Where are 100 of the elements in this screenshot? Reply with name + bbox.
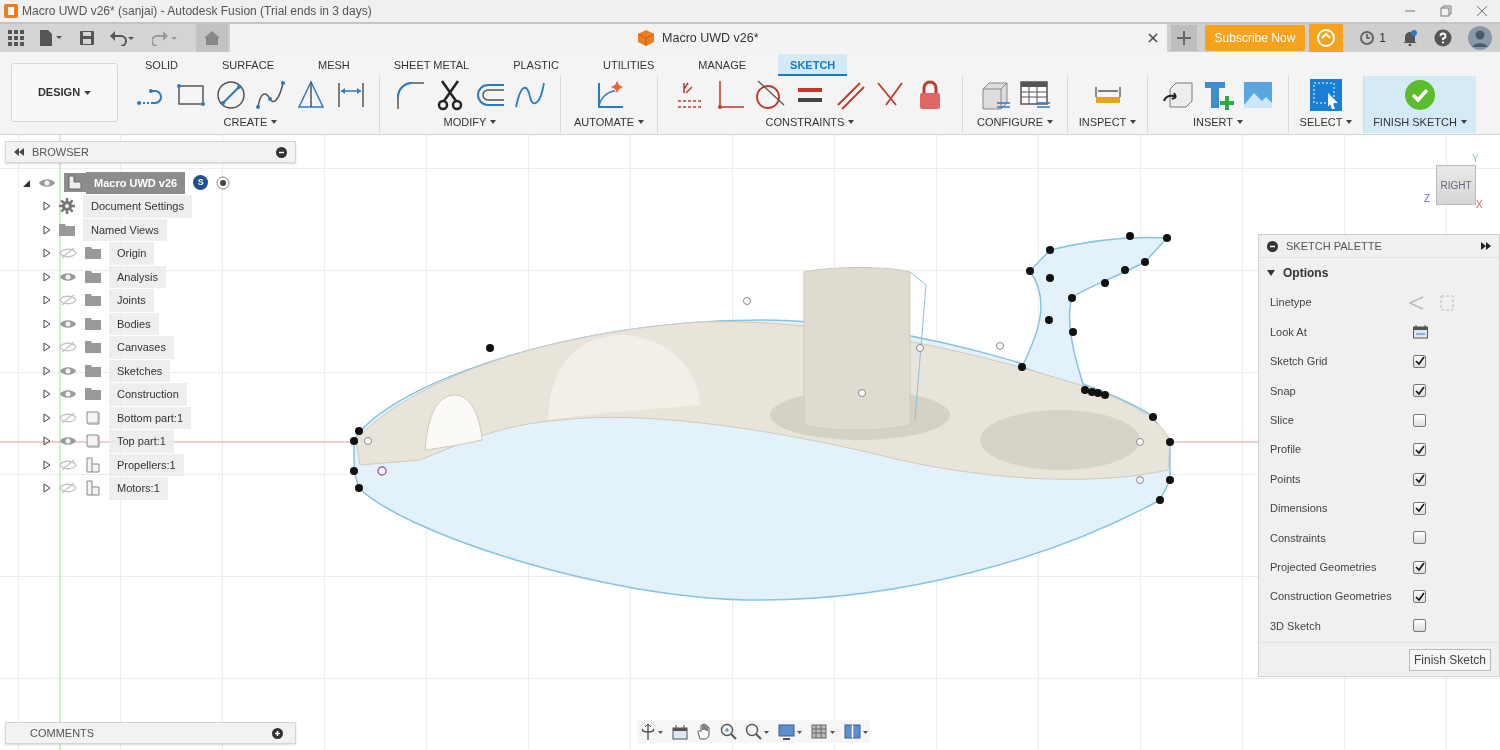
collapsed-arrow-icon[interactable] [43,483,51,494]
tangent-constraint-icon[interactable] [754,79,786,111]
tree-item-label[interactable]: Named Views [83,218,167,241]
ribbon-tab[interactable]: SOLID [133,54,190,76]
minimize-icon[interactable] [1267,240,1278,252]
ribbon-tab[interactable]: PLASTIC [501,54,571,76]
collapsed-arrow-icon[interactable] [43,295,51,306]
collapsed-arrow-icon[interactable] [43,248,51,259]
hand-icon[interactable] [695,722,712,741]
collapsed-arrow-icon[interactable] [43,224,51,235]
checkbox[interactable] [1413,531,1426,545]
caret-icon [1346,120,1353,125]
checkbox[interactable] [1413,560,1426,574]
clock-icon[interactable] [1359,30,1376,46]
close-icon[interactable] [1146,32,1159,44]
circle-tool-icon[interactable] [214,79,247,111]
minimize-icon[interactable] [276,146,287,158]
viewports-icon[interactable] [843,722,869,741]
collapsed-arrow-icon[interactable] [43,412,51,423]
tree-item-label[interactable]: Sketches [109,359,171,382]
group-menu[interactable]: CONFIGURE [976,113,1054,132]
ribbon-tab[interactable]: SHEET METAL [381,54,482,76]
tree-item-label[interactable]: Bodies [109,312,159,335]
group-menu[interactable]: CREATE [222,113,279,132]
monitor-icon[interactable] [777,722,803,741]
close-icon[interactable] [1476,5,1488,17]
tree-item-label[interactable]: Document Settings [83,195,192,218]
tree-item-label[interactable]: Bottom part:1 [109,406,192,429]
axis-label: X [1476,198,1483,212]
collapse-icon[interactable] [14,148,24,156]
option-label: Constraints [1270,530,1327,546]
workspace-dropdown[interactable]: DESIGN [11,63,118,122]
group-menu[interactable]: CONSTRAINTS [764,113,856,132]
checkmark-icon [1414,474,1425,485]
restore-icon[interactable] [1440,5,1452,17]
ribbon-tab[interactable]: MANAGE [686,54,759,76]
checkbox[interactable] [1413,413,1426,427]
check-circle-icon[interactable] [1404,79,1436,111]
bell-icon[interactable] [1402,30,1418,46]
file-icon[interactable] [40,30,64,46]
bolt-plus-icon[interactable] [1202,79,1234,111]
group-menu[interactable]: INSPECT [1077,113,1138,132]
table-icon[interactable] [1019,79,1051,111]
fillet-tool-icon[interactable] [394,79,426,111]
apps-grid-icon[interactable] [8,30,24,46]
group-menu[interactable]: INSERT [1191,113,1245,132]
tree-item-label[interactable]: Construction [109,383,187,406]
ribbon-tab[interactable]: UTILITIES [591,54,667,76]
checkbox[interactable] [1413,443,1426,457]
grid-icon[interactable] [810,722,836,741]
checkbox[interactable] [1413,354,1426,368]
tree-item-label[interactable]: Propellers:1 [109,453,184,476]
checkbox[interactable] [1413,590,1426,604]
select-icon[interactable] [1310,79,1342,111]
checkbox[interactable] [1413,619,1426,633]
collapsed-arrow-icon[interactable] [43,389,51,400]
checkbox[interactable] [1413,384,1426,398]
help-icon[interactable] [1434,29,1452,47]
ribbon-tab[interactable]: MESH [306,54,362,76]
collapsed-arrow-icon[interactable] [43,201,51,212]
group-menu[interactable]: MODIFY [442,113,498,132]
tree-item-label[interactable]: Canvases [109,336,174,359]
zoom-icon[interactable] [744,722,770,741]
tree-item-label[interactable]: Top part:1 [109,430,174,453]
group-menu[interactable]: FINISH SKETCH [1372,113,1468,132]
group-menu[interactable]: SELECT [1298,113,1354,132]
avatar-icon[interactable] [1468,26,1492,50]
tree-item-label[interactable]: Joints [109,289,154,312]
tree-item-label[interactable]: Analysis [109,265,166,288]
box-arrow-icon[interactable] [1162,79,1194,111]
new-tab-button[interactable] [1170,25,1197,51]
look-at-icon[interactable] [1413,325,1428,340]
zoom-icon[interactable] [719,722,737,741]
collapsed-arrow-icon[interactable] [43,365,51,376]
collapsed-arrow-icon[interactable] [43,318,51,329]
option-label: Construction Geometries [1270,589,1393,605]
undo-icon[interactable] [110,30,136,46]
save-icon[interactable] [80,31,94,45]
finish-sketch-button[interactable]: Finish Sketch [1408,648,1491,671]
add-icon[interactable] [272,727,283,739]
expand-icon[interactable] [1481,242,1491,250]
look-at-icon[interactable] [671,722,688,741]
tree-item-label[interactable]: Origin [109,242,155,265]
radio-icon[interactable] [216,175,231,190]
collapsed-arrow-icon[interactable] [43,459,51,470]
group-menu[interactable]: AUTOMATE [572,113,646,132]
view-cube[interactable]: RIGHT [1436,165,1476,205]
ribbon-tab[interactable]: SKETCH [778,54,848,76]
section-title[interactable]: Options [1283,264,1329,282]
document-tab[interactable]: Macro UWD v26* [230,24,1167,52]
checkbox[interactable] [1413,472,1426,486]
collapsed-arrow-icon[interactable] [43,436,51,447]
collapsed-arrow-icon[interactable] [43,342,51,353]
ribbon-tab[interactable]: SURFACE [210,54,286,76]
checkbox[interactable] [1413,501,1426,515]
tree-item-label[interactable]: Motors:1 [109,477,168,500]
spline-tool-icon[interactable] [254,79,287,111]
collapsed-arrow-icon[interactable] [43,271,51,282]
expanded-arrow-icon[interactable] [1267,270,1275,276]
cube-icon[interactable] [979,79,1011,111]
